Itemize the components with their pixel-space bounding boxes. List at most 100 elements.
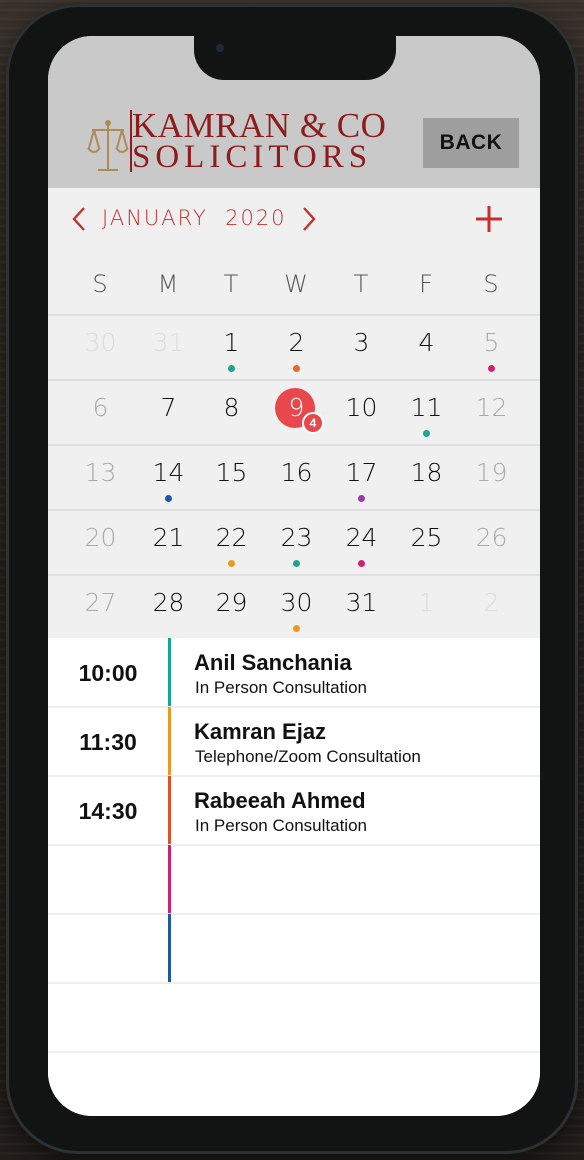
day-cell[interactable]: 12	[459, 381, 524, 446]
day-cell[interactable]: 22	[199, 511, 264, 576]
chevron-left-icon	[72, 207, 85, 231]
appointment-row	[48, 914, 540, 984]
day-number: 2	[288, 328, 305, 357]
day-number: 26	[475, 523, 508, 552]
day-number: 21	[152, 523, 185, 552]
day-cell[interactable]: 27	[68, 576, 133, 641]
day-cell[interactable]: 20	[68, 511, 133, 576]
weekday-label: T	[353, 270, 369, 298]
brand-subtitle: SOLICITORS	[132, 139, 373, 175]
day-cell[interactable]: 16	[264, 446, 329, 511]
day-number: 4	[418, 328, 435, 357]
event-dot	[228, 365, 235, 372]
day-cell[interactable]: 21	[136, 511, 201, 576]
appointment-color-bar	[168, 707, 171, 775]
weekday-header: SMTWTFS	[48, 250, 540, 316]
day-cell[interactable]: 6	[68, 381, 133, 446]
day-number: 14	[152, 458, 185, 487]
day-cell[interactable]: 15	[199, 446, 264, 511]
appointment-row	[48, 845, 540, 915]
month-bar: JANUARY 2020	[48, 188, 540, 250]
day-number: 17	[345, 458, 378, 487]
appointment-row[interactable]: 10:00 Anil Sanchania In Person Consultatio…	[48, 638, 540, 708]
consultation-type: In Person Consultation	[195, 816, 367, 835]
day-number: 6	[92, 393, 109, 422]
day-cell[interactable]: 1	[199, 316, 264, 381]
next-month-button[interactable]	[294, 204, 322, 234]
day-cell[interactable]: 25	[394, 511, 459, 576]
day-cell[interactable]: 18	[394, 446, 459, 511]
event-dot	[358, 495, 365, 502]
weekday-label: S	[92, 270, 108, 298]
day-cell[interactable]: 7	[136, 381, 201, 446]
weekday-label: F	[419, 270, 433, 298]
day-cell[interactable]: 31	[329, 576, 394, 641]
client-name: Kamran Ejaz	[194, 719, 327, 744]
event-dot	[423, 430, 430, 437]
back-button[interactable]: BACK	[423, 118, 519, 168]
day-cell[interactable]: 1	[394, 576, 459, 641]
day-number: 13	[84, 458, 117, 487]
previous-month-button[interactable]	[66, 204, 94, 234]
camera-icon	[216, 44, 224, 52]
day-number: 3	[353, 328, 370, 357]
day-cell[interactable]: 5	[459, 316, 524, 381]
day-cell[interactable]: 30	[68, 316, 133, 381]
day-number: 15	[215, 458, 248, 487]
day-cell[interactable]: 13	[68, 446, 133, 511]
day-number: 24	[345, 523, 378, 552]
day-number: 2	[483, 588, 500, 617]
day-number: 25	[410, 523, 443, 552]
day-cell[interactable]: 26	[459, 511, 524, 576]
appointment-row[interactable]: 14:30 Rabeeah Ahmed In Person Consultation	[48, 776, 540, 846]
day-cell[interactable]: 2	[264, 316, 329, 381]
appointment-list: 10:00 Anil Sanchania In Person Consultatio…	[48, 638, 540, 1116]
day-cell[interactable]: 4	[394, 316, 459, 381]
week-row: 6 7 8 9 4 10 11 12	[48, 379, 540, 446]
day-cell[interactable]: 24	[329, 511, 394, 576]
day-cell[interactable]: 3	[329, 316, 394, 381]
day-cell[interactable]: 29	[199, 576, 264, 641]
consultation-type: In Person Consultation	[195, 678, 367, 697]
day-cell[interactable]: 14	[136, 446, 201, 511]
day-cell[interactable]: 17	[329, 446, 394, 511]
consultation-type: Telephone/Zoom Consultation	[195, 747, 421, 766]
weekday-label: T	[223, 270, 239, 298]
day-number: 11	[410, 393, 443, 422]
appointment-time: 14:30	[78, 798, 138, 824]
day-cell[interactable]: 28	[136, 576, 201, 641]
day-cell[interactable]: 30	[264, 576, 329, 641]
day-cell[interactable]: 23	[264, 511, 329, 576]
event-dot	[488, 365, 495, 372]
day-number: 27	[84, 588, 117, 617]
appointment-row[interactable]: 11:30 Kamran Ejaz Telephone/Zoom Consultat…	[48, 707, 540, 777]
day-cell[interactable]: 19	[459, 446, 524, 511]
firm-logo: KAMRAN & CO SOLICITORS	[86, 106, 406, 176]
phone-notch	[194, 34, 396, 80]
app-screen: KAMRAN & CO SOLICITORS BACK JANUARY 2020…	[48, 36, 540, 1116]
day-number: 5	[483, 328, 500, 357]
day-cell[interactable]: 10	[329, 381, 394, 446]
weekday-label: M	[157, 270, 179, 298]
day-cell[interactable]: 2	[459, 576, 524, 641]
day-cell[interactable]: 11	[394, 381, 459, 446]
day-cell-today[interactable]: 94	[264, 381, 329, 446]
day-number: 28	[152, 588, 185, 617]
week-row: 13 14 15 16 17 18 19	[48, 444, 540, 511]
scales-of-justice-icon	[87, 120, 129, 171]
day-number: 16	[280, 458, 313, 487]
day-number: 30	[280, 588, 313, 617]
add-event-button[interactable]	[472, 202, 506, 236]
appointment-color-bar	[168, 914, 171, 982]
year: 2020	[225, 206, 287, 230]
day-number: 8	[223, 393, 240, 422]
day-cell[interactable]: 31	[136, 316, 201, 381]
week-row: 30 31 1 2 3 4 5	[48, 314, 540, 381]
day-number: 12	[475, 393, 508, 422]
day-number: 30	[84, 328, 117, 357]
month-year-label: JANUARY 2020	[102, 206, 287, 230]
day-number: 19	[475, 458, 508, 487]
appointment-time: 11:30	[79, 729, 137, 755]
day-cell[interactable]: 8	[199, 381, 264, 446]
weekday-label: S	[483, 270, 499, 298]
